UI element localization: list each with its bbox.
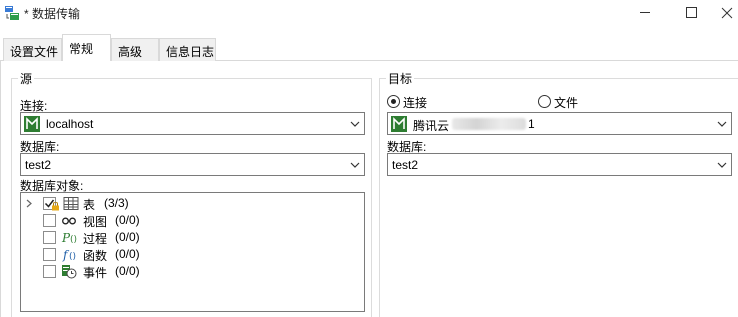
mysql-connection-icon (391, 116, 407, 132)
tree-item-events[interactable]: 事件 (0/0) (21, 263, 361, 280)
target-connection-select[interactable]: 腾讯云 1 (387, 112, 732, 135)
title-bar: * 数据传输 (0, 0, 738, 26)
mysql-connection-icon (24, 116, 40, 132)
tree-item-functions[interactable]: f () 函数 (0/0) (21, 246, 361, 263)
window-title: * 数据传输 (24, 7, 81, 21)
target-database-select[interactable]: test2 (387, 153, 732, 176)
tree-item-count: (3/3) (104, 196, 129, 210)
tree-item-procedures[interactable]: P () 过程 (0/0) (21, 229, 361, 246)
source-legend: 源 (18, 70, 35, 87)
functions-checkbox[interactable] (43, 248, 56, 261)
maximize-icon (686, 7, 697, 18)
source-connection-value: localhost (46, 117, 94, 131)
source-database-value: test2 (25, 158, 52, 172)
tree-item-tables[interactable]: 表 (3/3) (21, 195, 361, 212)
expand-chevron-icon[interactable] (24, 196, 34, 211)
tree-item-label: 表 (83, 198, 96, 212)
chevron-down-icon (717, 121, 727, 127)
tree-item-label: 过程 (83, 232, 108, 246)
tree-item-views[interactable]: 视图 (0/0) (21, 212, 361, 229)
target-connection-value-suffix: 1 (528, 117, 535, 131)
close-button[interactable] (714, 0, 738, 26)
tree-item-label: 函数 (83, 249, 108, 263)
minimize-icon (640, 12, 650, 13)
general-panel: 源 连接: localhost 数据库: test2 数据库对象: 表 (3/3… (0, 61, 738, 317)
database-objects-tree: 表 (3/3) 视图 (0/0) P () 过程 (0/0) f () 函数 (… (20, 192, 365, 312)
tree-item-label: 事件 (83, 266, 108, 280)
function-icon: f () (62, 248, 76, 262)
events-checkbox[interactable] (43, 265, 56, 278)
tree-item-count: (0/0) (115, 264, 140, 278)
minimize-button[interactable] (622, 0, 668, 26)
tree-item-count: (0/0) (115, 213, 140, 227)
maximize-button[interactable] (668, 0, 714, 26)
view-glasses-icon (62, 217, 76, 225)
target-file-radio[interactable] (538, 95, 551, 108)
procedures-checkbox[interactable] (43, 231, 56, 244)
chevron-down-icon (350, 162, 360, 168)
target-file-radio-label[interactable]: 文件 (554, 94, 578, 111)
tree-item-label: 视图 (83, 215, 108, 229)
redacted-text-blur (452, 118, 526, 130)
chevron-down-icon (717, 162, 727, 168)
chevron-down-icon (350, 121, 360, 127)
lock-icon (52, 202, 59, 211)
event-clock-icon (62, 265, 77, 279)
source-database-select[interactable]: test2 (20, 153, 365, 176)
tab-settings-file[interactable]: 设置文件 (3, 38, 62, 61)
tab-message-log[interactable]: 信息日志 (159, 38, 216, 61)
tab-strip: 设置文件 常规 高级 信息日志 (0, 34, 738, 62)
close-icon (721, 7, 733, 19)
target-legend: 目标 (386, 70, 415, 87)
procedure-icon: P () (61, 231, 77, 245)
target-connection-value: 腾讯云 (413, 119, 450, 133)
source-connection-select[interactable]: localhost (20, 112, 365, 135)
tree-item-count: (0/0) (115, 230, 140, 244)
table-icon (63, 197, 79, 210)
target-connection-radio-label[interactable]: 连接 (403, 94, 427, 111)
views-checkbox[interactable] (43, 214, 56, 227)
target-connection-radio[interactable] (387, 95, 400, 108)
data-transfer-icon (5, 6, 19, 20)
svg-text:(): () (70, 235, 77, 245)
target-database-value: test2 (392, 158, 419, 172)
tab-advanced[interactable]: 高级 (111, 38, 159, 61)
tab-general[interactable]: 常规 (62, 34, 111, 62)
source-group: 源 连接: localhost 数据库: test2 数据库对象: 表 (3/3… (11, 70, 372, 317)
tree-item-count: (0/0) (115, 247, 140, 261)
svg-text:(): () (69, 252, 76, 262)
target-group: 目标 连接 文件 腾讯云 1 数据库: test2 (379, 70, 738, 317)
